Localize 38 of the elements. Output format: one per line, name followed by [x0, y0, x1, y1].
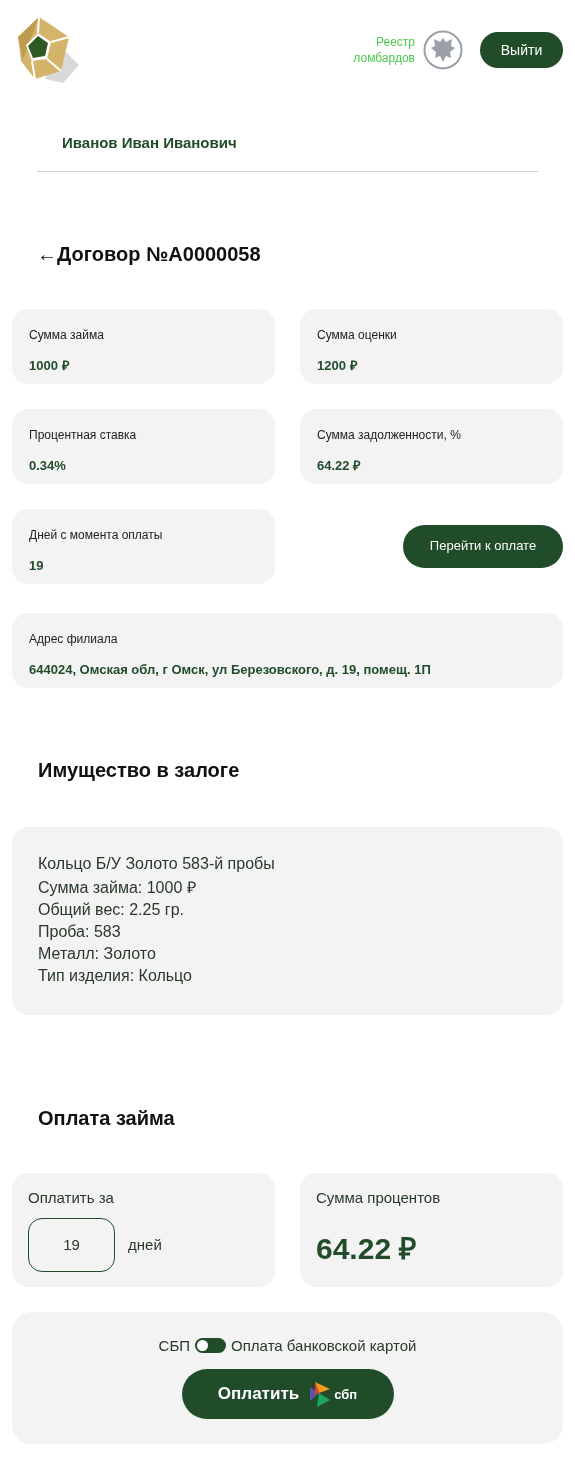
back-button[interactable]: ← [37, 238, 57, 269]
logout-button[interactable]: Выйти [480, 32, 563, 68]
field-value: 0.34% [29, 456, 67, 475]
field-value: 1000 ₽ [29, 356, 71, 375]
field-label: Процентная ставка [29, 426, 138, 444]
days-unit: дней [128, 1234, 162, 1255]
item-detail: Металл: Золото [38, 943, 157, 964]
section-title: Имущество в залоге [38, 757, 241, 783]
sbp-logo-text: сбп [334, 1387, 358, 1401]
sbp-logo-icon [309, 1380, 332, 1408]
field-value: 644024, Омская обл, г Омск, ул Березовского, д. 19, помещ. 1П [29, 660, 432, 679]
item-detail: Общий вес: 2.25 гр. [38, 899, 185, 920]
logo-icon [17, 15, 79, 85]
field-value: 19 [29, 556, 45, 575]
emblem-icon [423, 30, 463, 70]
section-title: Оплата займа [38, 1105, 176, 1131]
field-value: 64.22 ₽ [317, 456, 363, 475]
item-detail: Тип изделия: Кольцо [38, 965, 193, 986]
sbp-option: СБП [158, 1334, 191, 1357]
days-label: Оплатить за [28, 1187, 115, 1208]
field-label: Сумма займа [29, 326, 105, 344]
interest-label: Сумма процентов [316, 1187, 442, 1208]
interest-value: 64.22 ₽ [316, 1231, 418, 1267]
field-label: Сумма оценки [317, 326, 398, 344]
card-option: Оплата банковской картой [231, 1334, 417, 1357]
method-toggle[interactable] [195, 1338, 227, 1354]
field-label: Сумма задолженности, % [317, 426, 462, 444]
field-label: Адрес филиала [29, 630, 119, 648]
field-value: 1200 ₽ [317, 356, 359, 375]
item-title: Кольцо Б/У Золото 583-й пробы [38, 853, 276, 874]
days-input[interactable]: 19 [28, 1218, 115, 1272]
contract-title: Договор №А0000058 [57, 241, 261, 267]
user-name: Иванов Иван Иванович [61, 133, 238, 153]
item-detail: Проба: 583 [38, 921, 122, 942]
item-detail: Сумма займа: 1000 ₽ [38, 877, 197, 898]
go-to-payment-button[interactable]: Перейти к оплате [403, 524, 563, 568]
pay-button[interactable]: Оплатить сбп [181, 1369, 394, 1419]
field-label: Дней с момента оплаты [29, 526, 164, 544]
